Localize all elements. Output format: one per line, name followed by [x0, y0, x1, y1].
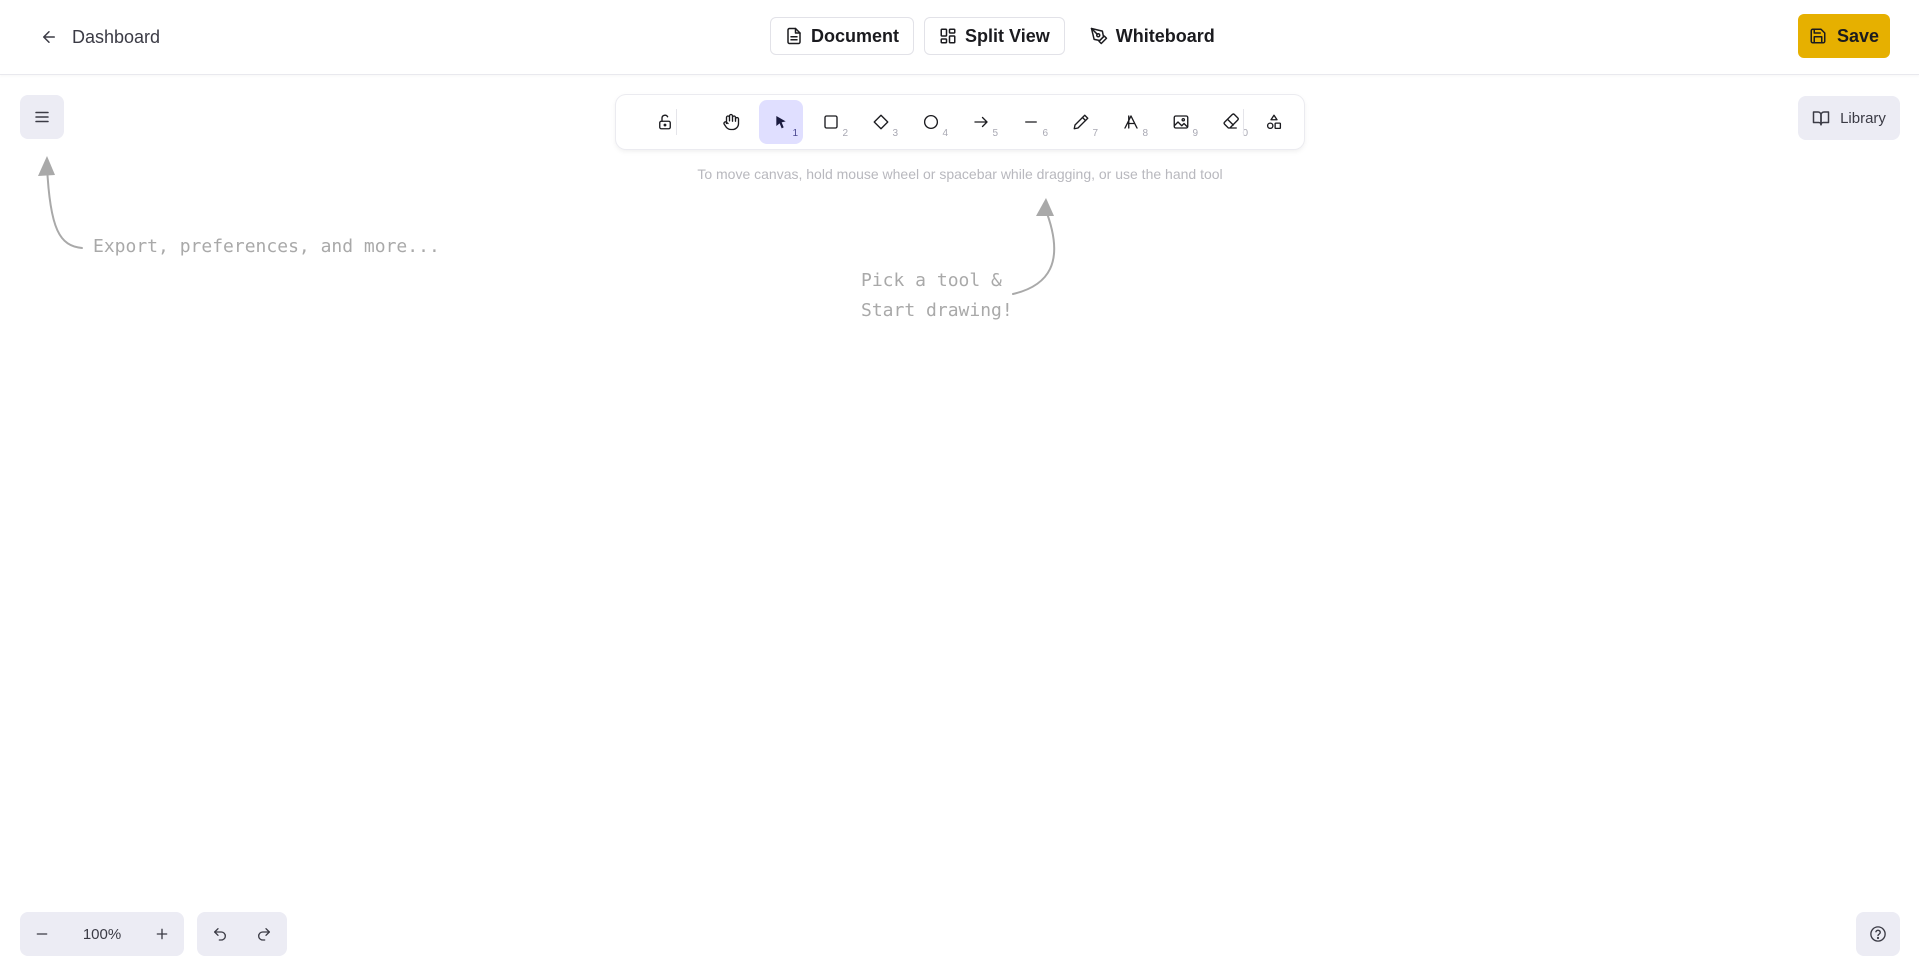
toolbar-hint-text: Pick a tool & Start drawing!: [861, 270, 1013, 321]
save-icon: [1809, 27, 1827, 45]
tool-diamond[interactable]: 3: [859, 100, 903, 144]
main-menu-button[interactable]: [20, 95, 64, 139]
undo-button[interactable]: [198, 912, 242, 956]
zoom-in-button[interactable]: [140, 912, 184, 956]
pencil-icon: [1072, 113, 1090, 131]
arrow-right-icon: [972, 113, 990, 131]
tool-hand[interactable]: [709, 100, 753, 144]
square-icon: [822, 113, 840, 131]
top-bar: Dashboard Document Split View Whiteboard…: [0, 0, 1919, 75]
tool-ellipse[interactable]: 4: [909, 100, 953, 144]
tool-shortcut: 4: [942, 128, 948, 139]
arrow-left-icon: [40, 28, 58, 46]
canvas-hint: To move canvas, hold mouse wheel or spac…: [697, 166, 1223, 182]
tab-document-label: Document: [811, 25, 900, 46]
whiteboard-icon: [1090, 27, 1108, 45]
hand-icon: [722, 113, 740, 131]
pointer-icon: [773, 114, 789, 130]
tab-whiteboard-label: Whiteboard: [1115, 25, 1215, 46]
tab-split-view-label: Split View: [965, 25, 1050, 46]
tool-shortcut: 3: [892, 128, 898, 139]
tool-eraser[interactable]: 0: [1209, 100, 1253, 144]
circle-icon: [922, 113, 940, 131]
redo-button[interactable]: [242, 912, 286, 956]
unlock-icon: [656, 113, 674, 131]
library-button[interactable]: Library: [1798, 96, 1900, 140]
shape-toolbar: 1 2 3 4 5 6 7 8 9 0: [616, 95, 1304, 149]
menu-hint-arrow: [38, 156, 83, 249]
menu-icon: [33, 108, 51, 126]
text-icon: [1122, 113, 1140, 131]
document-icon: [785, 27, 803, 45]
plus-icon: [154, 926, 170, 942]
help-icon: [1869, 925, 1887, 943]
minus-icon: [34, 926, 50, 942]
library-label: Library: [1840, 109, 1886, 127]
line-icon: [1022, 113, 1040, 131]
view-mode-tabs: Document Split View Whiteboard: [770, 17, 1230, 55]
zoom-out-button[interactable]: [20, 912, 64, 956]
help-button[interactable]: [1856, 912, 1900, 956]
tool-shortcut: 9: [1192, 128, 1198, 139]
tool-line[interactable]: 6: [1009, 100, 1053, 144]
tool-shortcut: 8: [1142, 128, 1148, 139]
tab-whiteboard[interactable]: Whiteboard: [1074, 17, 1230, 55]
tool-shortcut: 7: [1092, 128, 1098, 139]
tool-shortcut: 2: [842, 128, 848, 139]
tool-text[interactable]: 8: [1109, 100, 1153, 144]
save-button[interactable]: Save: [1798, 14, 1890, 58]
tool-shortcut: 5: [992, 128, 998, 139]
menu-hint-text: Export, preferences, and more...: [93, 236, 440, 257]
library-icon: [1812, 109, 1830, 127]
back-link-label: Dashboard: [72, 26, 161, 47]
zoom-reset-button[interactable]: 100%: [64, 912, 140, 956]
toolbar-hint-arrow: [1012, 198, 1056, 295]
tool-pencil[interactable]: 7: [1059, 100, 1103, 144]
tool-image[interactable]: 9: [1159, 100, 1203, 144]
save-button-label: Save: [1836, 25, 1880, 46]
eraser-icon: [1222, 113, 1240, 131]
zoom-controls: 100%: [20, 912, 184, 956]
tool-extra-tools[interactable]: [1252, 100, 1296, 144]
tool-arrow[interactable]: 5: [959, 100, 1003, 144]
image-icon: [1172, 113, 1190, 131]
redo-icon: [256, 926, 272, 942]
tool-shortcut: 6: [1042, 128, 1048, 139]
toolbar-separator: [676, 109, 677, 135]
tab-document[interactable]: Document: [770, 17, 915, 55]
split-view-icon: [939, 27, 957, 45]
tool-shortcut: 1: [792, 128, 798, 139]
back-to-dashboard-link[interactable]: Dashboard: [40, 22, 160, 52]
diamond-icon: [872, 113, 890, 131]
tab-split-view[interactable]: Split View: [924, 17, 1065, 55]
tool-selection[interactable]: 1: [759, 100, 803, 144]
toolbar-separator: [1243, 109, 1244, 135]
shapes-icon: [1265, 113, 1283, 131]
history-controls: [197, 912, 287, 956]
undo-icon: [212, 926, 228, 942]
tool-lock[interactable]: [643, 100, 687, 144]
tool-rectangle[interactable]: 2: [809, 100, 853, 144]
